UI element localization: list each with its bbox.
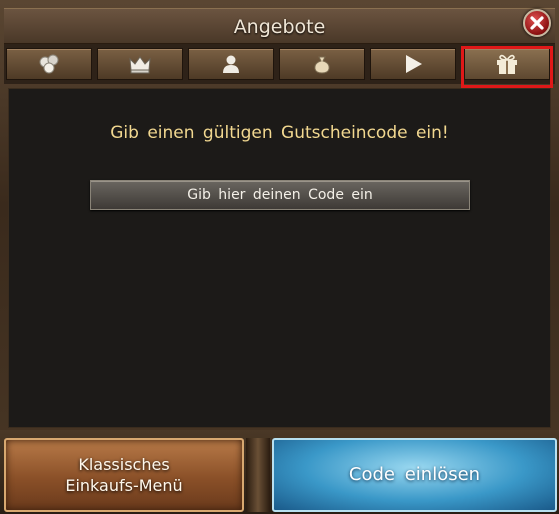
active-tab-highlight xyxy=(461,46,553,88)
classic-shop-menu-label: Klassisches Einkaufs-Menü xyxy=(6,454,242,496)
tab-money-bag[interactable] xyxy=(279,48,365,80)
tab-video[interactable] xyxy=(370,48,456,80)
redeem-code-button[interactable]: Code einlösen xyxy=(272,438,557,512)
classic-label-line2: Einkaufs-Menü xyxy=(65,476,183,495)
voucher-panel: Gib einen gültigen Gutscheincode ein! Gi… xyxy=(8,88,551,428)
tab-coins[interactable] xyxy=(6,48,92,80)
offers-window: Angebote Gib einen gültigen Gutscheincod… xyxy=(0,0,559,514)
voucher-code-input[interactable]: Gib hier deinen Code ein xyxy=(90,180,470,210)
close-button[interactable] xyxy=(523,9,551,37)
tab-crown[interactable] xyxy=(97,48,183,80)
classic-label-line1: Klassisches xyxy=(78,455,170,474)
window-title: Angebote xyxy=(233,16,326,38)
money-bag-icon xyxy=(314,56,330,74)
close-icon xyxy=(530,16,544,30)
coins-icon xyxy=(39,54,59,74)
classic-shop-menu-button[interactable]: Klassisches Einkaufs-Menü xyxy=(4,438,244,512)
tab-person[interactable] xyxy=(188,48,274,80)
person-icon xyxy=(223,55,239,73)
redeem-code-label: Code einlösen xyxy=(348,464,481,485)
footer-divider xyxy=(246,438,270,512)
voucher-prompt: Gib einen gültigen Gutscheincode ein! xyxy=(110,123,449,143)
play-icon xyxy=(406,55,422,73)
footer-bar: Klassisches Einkaufs-Menü Code einlösen xyxy=(0,430,559,514)
title-bar: Angebote xyxy=(4,8,555,44)
crown-icon xyxy=(129,56,151,74)
